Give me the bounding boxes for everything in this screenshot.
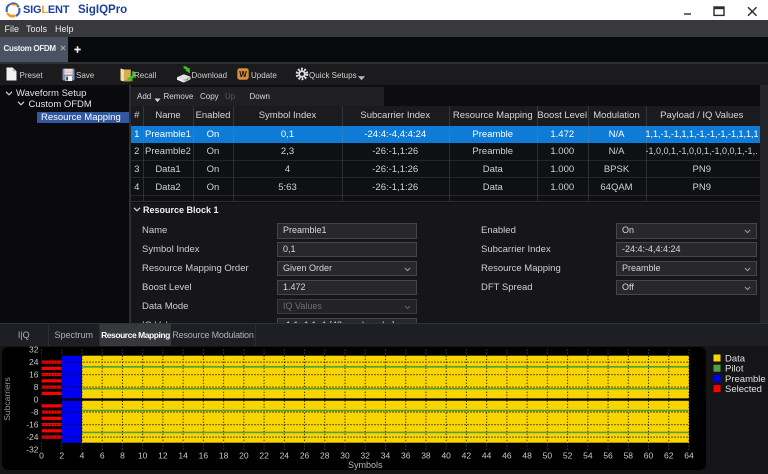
svg-text:44: 44 <box>482 451 492 461</box>
svg-text:-8: -8 <box>31 407 39 417</box>
svg-text:10: 10 <box>138 451 148 461</box>
svg-text:2: 2 <box>59 451 64 461</box>
svg-text:24: 24 <box>280 451 290 461</box>
svg-text:40: 40 <box>441 451 451 461</box>
svg-text:8: 8 <box>34 382 39 392</box>
svg-text:50: 50 <box>543 451 553 461</box>
svg-text:56: 56 <box>603 451 613 461</box>
svg-text:Subcarriers: Subcarriers <box>2 377 12 420</box>
svg-text:28: 28 <box>320 451 330 461</box>
svg-text:0: 0 <box>39 451 44 461</box>
svg-text:62: 62 <box>664 451 674 461</box>
svg-text:0: 0 <box>34 395 39 405</box>
svg-text:32: 32 <box>29 346 39 355</box>
svg-text:20: 20 <box>239 451 249 461</box>
svg-text:26: 26 <box>300 451 310 461</box>
svg-text:8: 8 <box>120 451 125 461</box>
svg-text:12: 12 <box>158 451 168 461</box>
svg-text:42: 42 <box>462 451 472 461</box>
svg-text:16: 16 <box>29 370 39 380</box>
svg-text:14: 14 <box>178 451 188 461</box>
svg-text:52: 52 <box>563 451 573 461</box>
svg-text:4: 4 <box>80 451 85 461</box>
svg-text:6: 6 <box>100 451 105 461</box>
svg-text:-32: -32 <box>26 445 39 455</box>
svg-text:22: 22 <box>259 451 269 461</box>
svg-text:30: 30 <box>340 451 350 461</box>
svg-text:Selected: Selected <box>725 384 762 395</box>
svg-text:36: 36 <box>401 451 411 461</box>
svg-text:16: 16 <box>199 451 209 461</box>
svg-text:48: 48 <box>522 451 532 461</box>
svg-text:-24: -24 <box>26 432 39 442</box>
svg-text:-16: -16 <box>26 420 39 430</box>
svg-text:60: 60 <box>644 451 654 461</box>
svg-text:54: 54 <box>583 451 593 461</box>
svg-text:64: 64 <box>684 451 694 461</box>
svg-text:24: 24 <box>29 357 39 367</box>
svg-text:46: 46 <box>502 451 512 461</box>
svg-text:32: 32 <box>361 451 371 461</box>
svg-text:38: 38 <box>421 451 431 461</box>
svg-text:Symbols: Symbols <box>348 460 383 470</box>
svg-text:34: 34 <box>381 451 391 461</box>
svg-text:W: W <box>239 70 247 79</box>
svg-text:18: 18 <box>219 451 229 461</box>
svg-text:58: 58 <box>624 451 634 461</box>
